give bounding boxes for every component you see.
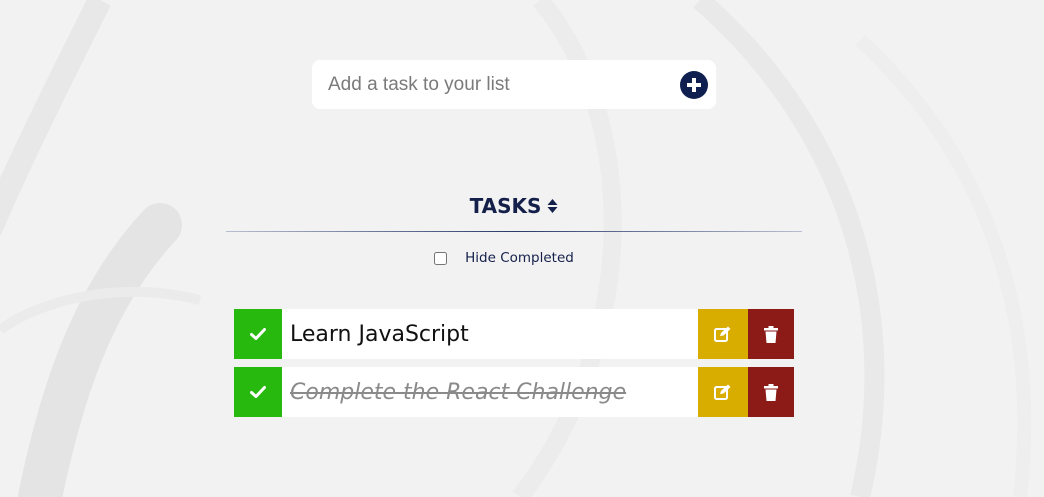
check-icon bbox=[250, 386, 266, 398]
delete-task-button[interactable] bbox=[748, 309, 794, 359]
trash-icon bbox=[764, 325, 778, 343]
add-task-button[interactable] bbox=[680, 70, 708, 99]
add-task-box bbox=[312, 60, 716, 109]
plus-circle-icon bbox=[687, 77, 701, 92]
task-list: Learn JavaScript Complete the React Chal… bbox=[234, 309, 794, 425]
sort-icon[interactable] bbox=[547, 198, 558, 214]
check-icon bbox=[250, 328, 266, 340]
task-text-completed: Complete the React Challenge bbox=[290, 379, 627, 405]
hide-completed-label: Hide Completed bbox=[465, 250, 574, 266]
complete-task-button[interactable] bbox=[234, 367, 282, 417]
edit-task-button[interactable] bbox=[698, 367, 748, 417]
task-text: Learn JavaScript bbox=[290, 321, 469, 347]
add-task-input[interactable] bbox=[328, 73, 680, 96]
divider bbox=[226, 231, 802, 232]
tasks-header: TASKS bbox=[226, 193, 802, 219]
task-row: Learn JavaScript bbox=[234, 309, 794, 359]
hide-completed-row: Hide Completed bbox=[226, 248, 802, 268]
tasks-title: TASKS bbox=[469, 194, 542, 218]
hide-completed-checkbox[interactable] bbox=[434, 251, 448, 265]
complete-task-button[interactable] bbox=[234, 309, 282, 359]
edit-task-button[interactable] bbox=[698, 309, 748, 359]
trash-icon bbox=[764, 383, 778, 401]
task-row: Complete the React Challenge bbox=[234, 367, 794, 417]
edit-icon bbox=[714, 326, 731, 342]
delete-task-button[interactable] bbox=[748, 367, 794, 417]
edit-icon bbox=[714, 384, 731, 400]
